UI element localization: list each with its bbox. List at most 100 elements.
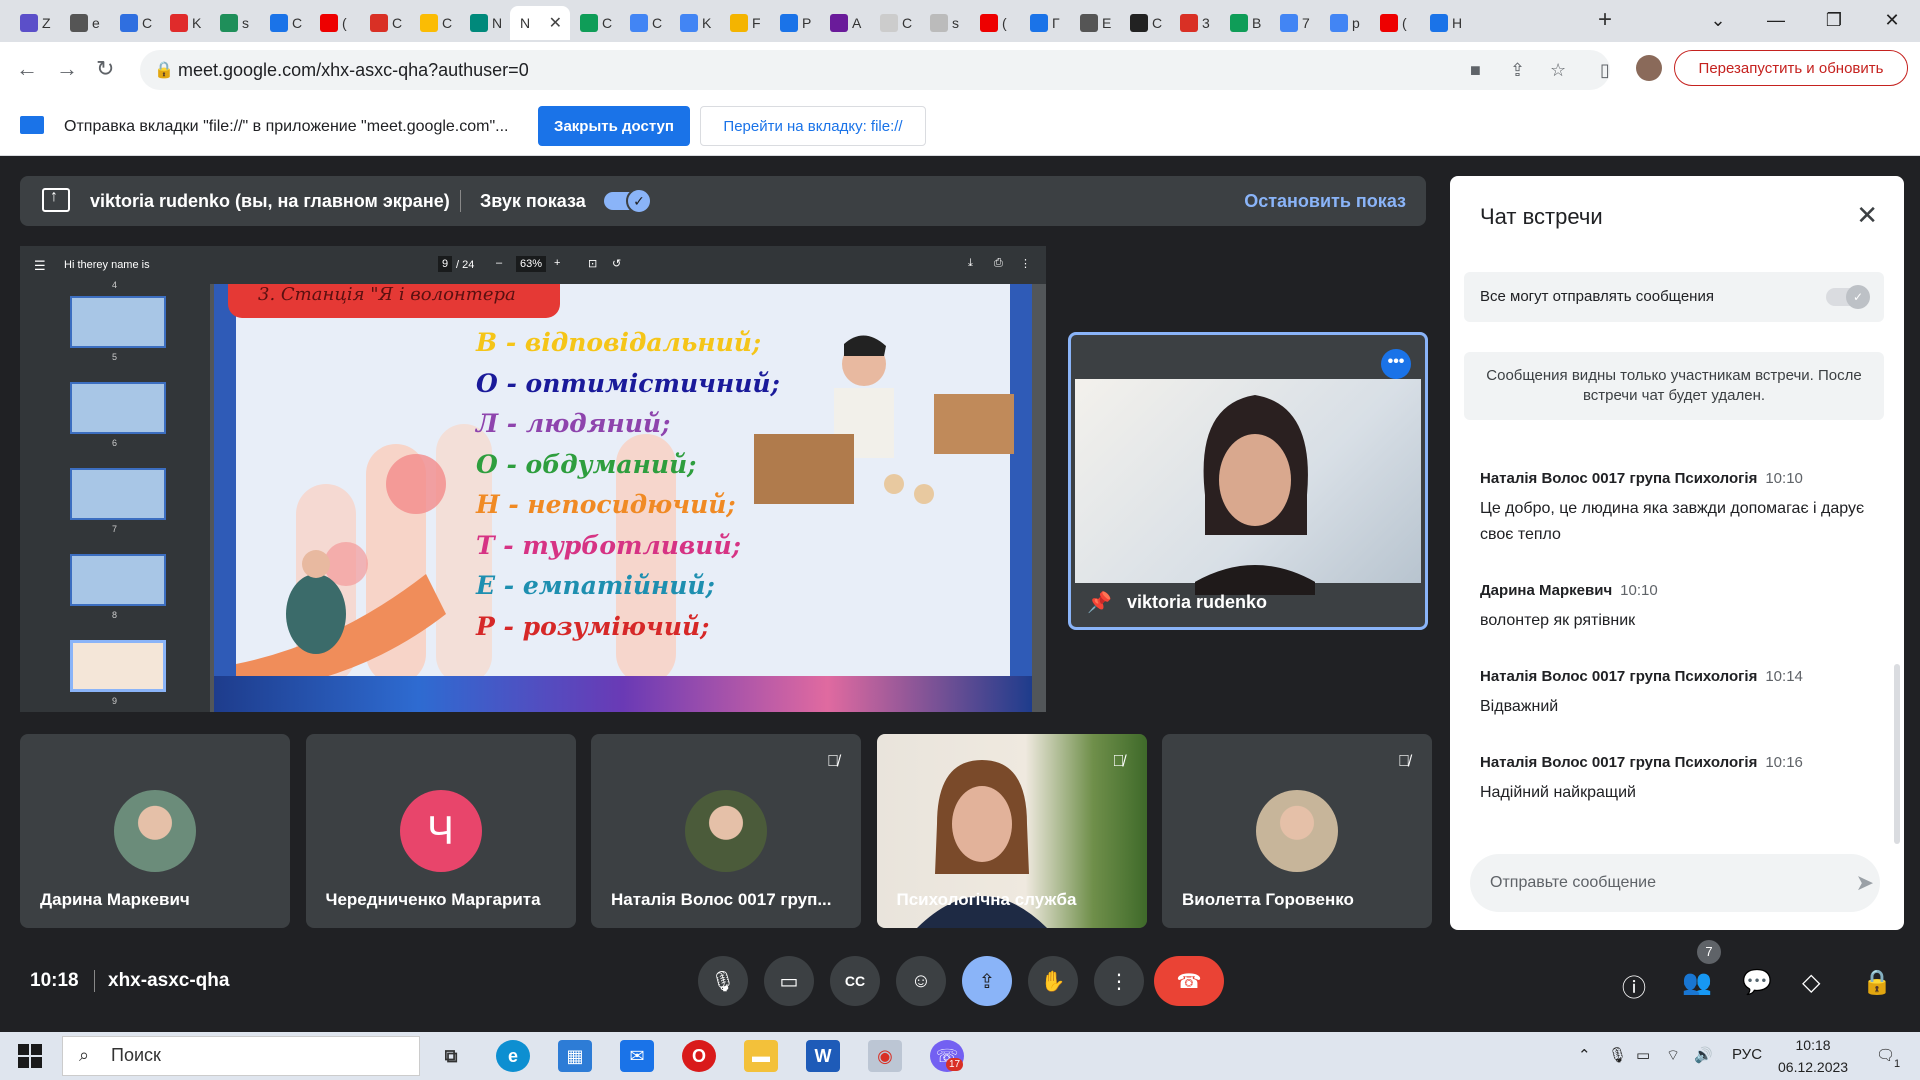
page-input[interactable]: 9 — [438, 256, 453, 272]
participant-tile[interactable]: 🎙̸ Наталія Волос 0017 груп... — [591, 734, 861, 928]
browser-tab[interactable]: C — [360, 6, 410, 40]
print-icon[interactable]: ⎙ — [994, 257, 1003, 270]
menu-icon[interactable]: ☰ — [34, 258, 46, 274]
browser-tab[interactable]: ( — [970, 6, 1020, 40]
task-view-icon[interactable]: ⧉ — [434, 1040, 468, 1072]
back-icon[interactable]: ← — [16, 56, 38, 82]
browser-tab[interactable]: C — [260, 6, 310, 40]
browser-tab[interactable]: p — [1320, 6, 1370, 40]
people-icon[interactable]: 👥 — [1682, 968, 1712, 997]
tray-expand-icon[interactable]: ⌃ — [1578, 1046, 1591, 1064]
browser-tab[interactable]: P — [770, 6, 820, 40]
microphone-button[interactable]: 🎙 — [698, 956, 748, 1006]
page-thumbnail[interactable] — [70, 382, 166, 434]
browser-tab[interactable]: C — [620, 6, 670, 40]
edge-icon[interactable]: e — [496, 1040, 530, 1072]
close-tab-icon[interactable]: ✕ — [549, 13, 562, 33]
browser-tab[interactable]: Z — [10, 6, 60, 40]
browser-tab[interactable]: C — [870, 6, 920, 40]
mic-tray-icon[interactable]: 🎙 — [1608, 1046, 1627, 1064]
reload-icon[interactable]: ↻ — [96, 56, 114, 82]
new-tab-button[interactable]: + — [1598, 6, 1612, 34]
browser-tab[interactable]: s — [920, 6, 970, 40]
browser-tab[interactable]: K — [670, 6, 720, 40]
host-controls-icon[interactable]: 🔒 — [1862, 968, 1892, 997]
chat-icon[interactable]: 💬 — [1742, 968, 1772, 997]
browser-tab-active[interactable]: N ✕ — [510, 6, 570, 40]
browser-tab[interactable]: ( — [310, 6, 360, 40]
send-icon[interactable]: ➤ — [1856, 870, 1874, 896]
camera-icon[interactable]: ■ — [1470, 60, 1481, 81]
goto-tab-button[interactable]: Перейти на вкладку: file:// — [700, 106, 926, 146]
browser-tab[interactable]: F — [720, 6, 770, 40]
participant-tile[interactable]: Ч Чередниченко Маргарита — [305, 734, 576, 928]
info-icon[interactable]: ⓘ — [1622, 968, 1646, 1003]
notifications-icon[interactable]: 🗨 — [1876, 1046, 1895, 1064]
page-thumbnail[interactable] — [70, 554, 166, 606]
stop-presenting-button[interactable]: Остановить показ — [1244, 191, 1406, 212]
zoom-level[interactable]: 63% — [516, 256, 547, 272]
browser-tab[interactable]: C — [110, 6, 160, 40]
browser-tab[interactable]: e — [60, 6, 110, 40]
taskbar-clock[interactable]: 10:18 06.12.2023 — [1778, 1034, 1848, 1078]
more-vert-icon[interactable]: ⋮ — [1020, 257, 1031, 270]
pin-icon[interactable]: 📌 — [1087, 590, 1112, 615]
rotate-icon[interactable]: ↺ — [612, 257, 621, 270]
relaunch-button[interactable]: Перезапустить и обновить — [1674, 50, 1908, 86]
file-explorer-icon[interactable]: ▬ — [744, 1040, 778, 1072]
browser-tab[interactable]: K — [160, 6, 210, 40]
activities-icon[interactable]: ◇ — [1802, 968, 1820, 997]
browser-tab[interactable]: 7 — [1270, 6, 1320, 40]
browser-tab[interactable]: C — [1120, 6, 1170, 40]
bookmark-star-icon[interactable]: ☆ — [1550, 60, 1566, 81]
browser-tab[interactable]: H — [1420, 6, 1470, 40]
wifi-icon[interactable]: ⌔ — [1666, 1046, 1680, 1065]
participant-tile[interactable]: 🎙̸ Виолетта Горовенко — [1162, 734, 1432, 928]
browser-tab[interactable]: N — [460, 6, 510, 40]
camera-button[interactable]: ▭ — [764, 956, 814, 1006]
page-thumbnail[interactable] — [70, 640, 166, 692]
battery-icon[interactable]: ▭ — [1636, 1046, 1650, 1064]
download-icon[interactable]: ⤓ — [968, 257, 973, 270]
chat-input[interactable]: Отправьте сообщение — [1470, 854, 1880, 912]
permission-toggle[interactable]: ✓ — [1826, 285, 1870, 309]
more-options-icon[interactable]: ••• — [1381, 349, 1411, 379]
share-audio-toggle[interactable]: ✓ — [604, 188, 652, 214]
participant-tile[interactable]: Дарина Маркевич — [20, 734, 290, 928]
url-bar[interactable]: 🔒 meet.google.com/xhx-asxc-qha?authuser=… — [140, 50, 1610, 90]
zoom-out-icon[interactable]: – — [496, 257, 502, 269]
profile-avatar[interactable] — [1636, 55, 1662, 81]
windows-start-icon[interactable] — [18, 1044, 42, 1068]
tab-search-icon[interactable]: ⌄ — [1690, 0, 1746, 40]
browser-tab[interactable]: C — [570, 6, 620, 40]
close-window-button[interactable]: ✕ — [1864, 0, 1920, 40]
present-button[interactable]: ⇪ — [962, 956, 1012, 1006]
zoom-in-icon[interactable]: + — [554, 257, 560, 269]
mail-icon[interactable]: ✉ — [620, 1040, 654, 1072]
forward-icon[interactable]: → — [56, 56, 78, 82]
browser-tab[interactable]: 3 — [1170, 6, 1220, 40]
participant-tile[interactable]: 🎙̸ Психологічна служба — [876, 734, 1147, 928]
browser-tab[interactable]: E — [1070, 6, 1120, 40]
word-icon[interactable]: W — [806, 1040, 840, 1072]
captions-button[interactable]: CC — [830, 956, 880, 1006]
side-panel-icon[interactable]: ▯ — [1600, 60, 1610, 81]
more-options-button[interactable]: ⋮ — [1094, 956, 1144, 1006]
browser-tab[interactable]: ( — [1370, 6, 1420, 40]
chat-scrollbar[interactable] — [1894, 664, 1900, 844]
fit-page-icon[interactable]: ⊡ — [588, 257, 597, 270]
browser-tab[interactable]: C — [410, 6, 460, 40]
browser-tab[interactable]: Г — [1020, 6, 1070, 40]
minimize-button[interactable]: — — [1748, 0, 1804, 40]
close-access-button[interactable]: Закрыть доступ — [538, 106, 690, 146]
taskbar-search[interactable]: ⌕ Поиск — [62, 1036, 420, 1076]
chrome-icon[interactable]: ◉ — [868, 1040, 902, 1072]
opera-icon[interactable]: O — [682, 1040, 716, 1072]
leave-call-button[interactable]: ☎ — [1154, 956, 1224, 1006]
raise-hand-button[interactable]: ✋ — [1028, 956, 1078, 1006]
page-thumbnail[interactable] — [70, 468, 166, 520]
browser-tab[interactable]: A — [820, 6, 870, 40]
share-icon[interactable]: ⇪ — [1510, 60, 1525, 81]
volume-icon[interactable]: 🔊 — [1694, 1046, 1713, 1064]
maximize-button[interactable]: ❐ — [1806, 0, 1862, 40]
